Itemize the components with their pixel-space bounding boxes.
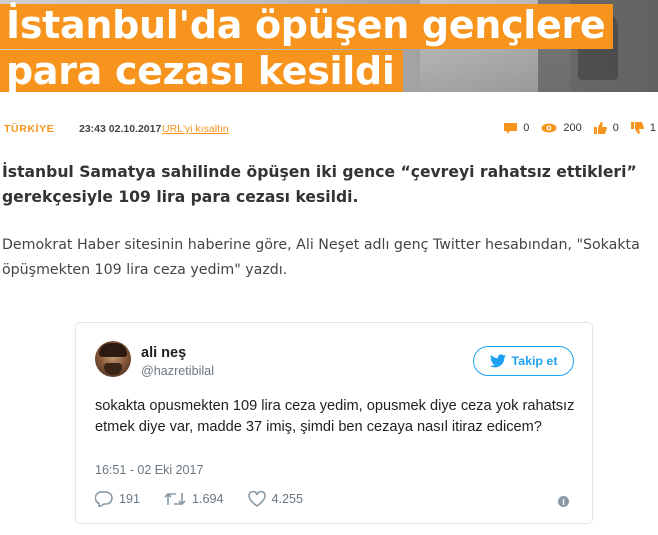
hero-banner: İstanbul'da öpüşen gençlere para cezası … xyxy=(0,0,658,92)
views-icon xyxy=(541,123,557,133)
tweet-date[interactable]: 16:51 - 02 Eki 2017 xyxy=(95,463,203,477)
like-icon[interactable] xyxy=(593,122,607,134)
retweet-action[interactable]: 1.694 xyxy=(164,491,224,507)
article-stats: 0 200 0 1 xyxy=(504,122,656,134)
headline-line-1: İstanbul'da öpüşen gençlere xyxy=(0,4,614,49)
article-lead: İstanbul Samatya sahilinde öpüşen iki ge… xyxy=(2,163,637,206)
article-meta: TÜRKİYE 23:43 02.10.2017 URL'yi kısaltın… xyxy=(0,122,658,138)
like-count: 4.255 xyxy=(271,492,304,506)
reply-action[interactable]: 191 xyxy=(95,491,140,507)
publish-time: 23:43 02.10.2017 xyxy=(79,123,162,135)
article-paragraph: Demokrat Haber sitesinin haberine göre, … xyxy=(2,237,640,278)
comment-count: 0 xyxy=(523,122,530,134)
retweet-count: 1.694 xyxy=(192,492,224,506)
tweet-author-handle[interactable]: @hazretibilal xyxy=(141,364,214,378)
follow-button[interactable]: Takip et xyxy=(473,346,574,376)
dislike-icon[interactable] xyxy=(630,122,644,134)
category-link[interactable]: TÜRKİYE xyxy=(4,123,54,135)
retweet-icon xyxy=(164,492,186,506)
embedded-tweet[interactable]: ali neş @hazretibilal Takip et sokakta o… xyxy=(75,322,593,524)
twitter-bird-icon xyxy=(489,354,506,368)
tweet-text: sokakta opusmekten 109 lira ceza yedim, … xyxy=(95,398,575,435)
tweet-actions: 191 1.694 4.255 xyxy=(95,491,327,507)
reply-count: 191 xyxy=(119,492,141,506)
heart-icon xyxy=(247,491,266,507)
avatar-hair xyxy=(99,343,127,357)
reply-icon xyxy=(95,491,113,507)
headline-line-2: para cezası kesildi xyxy=(0,50,403,92)
info-icon[interactable]: i xyxy=(558,496,569,507)
shorten-url-link[interactable]: URL'yi kısaltın xyxy=(162,123,229,135)
comment-icon[interactable] xyxy=(504,122,518,134)
views-count: 200 xyxy=(563,122,582,134)
follow-label: Takip et xyxy=(511,354,558,368)
tweet-author-name[interactable]: ali neş xyxy=(141,345,186,361)
like-action[interactable]: 4.255 xyxy=(247,491,304,507)
headline: İstanbul'da öpüşen gençlere para cezası … xyxy=(0,4,614,92)
avatar-beard xyxy=(104,363,122,375)
like-count: 0 xyxy=(612,122,619,134)
dislike-count: 1 xyxy=(649,122,656,134)
avatar[interactable] xyxy=(95,341,131,377)
